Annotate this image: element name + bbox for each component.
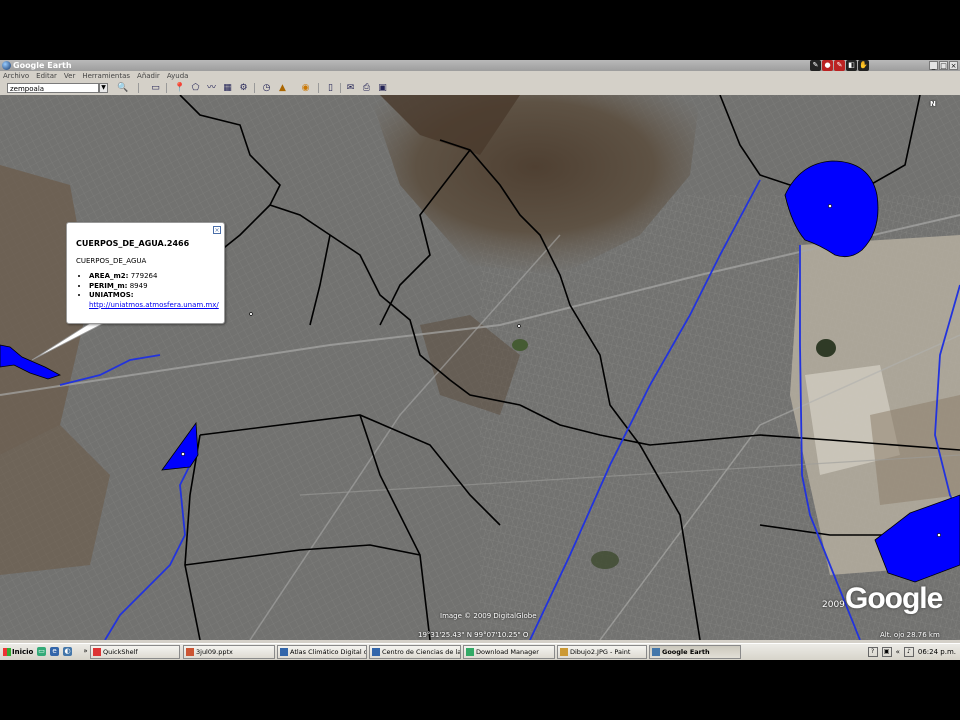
marker-icon[interactable]: ✎ xyxy=(834,60,845,71)
menu-editar[interactable]: Editar xyxy=(36,71,57,81)
feature-marker[interactable] xyxy=(828,204,832,208)
map-view[interactable]: × CUERPOS_DE_AGUA.2466 CUERPOS_DE_AGUA A… xyxy=(0,95,960,640)
attribute-perimeter: PERIM_m: 8949 xyxy=(89,282,229,292)
task-download-manager[interactable]: Download Manager xyxy=(463,645,555,659)
balloon-title: CUERPOS_DE_AGUA.2466 xyxy=(76,239,190,248)
network-icon[interactable]: ▣ xyxy=(881,647,892,657)
attribute-uniatmos: UNIATMOS:http://uniatmos.atmosfera.unam.… xyxy=(89,291,229,310)
toolbar-separator xyxy=(138,83,139,93)
chevron-down-icon[interactable]: ▼ xyxy=(99,83,108,93)
record-icon[interactable]: ● xyxy=(822,60,833,71)
historical-imagery-icon[interactable]: ◷ xyxy=(261,83,272,93)
expand-icon[interactable]: » xyxy=(81,647,90,656)
toolbar-separator xyxy=(254,83,255,93)
sunlight-icon[interactable]: ▲ xyxy=(277,83,288,93)
feature-marker[interactable] xyxy=(249,312,253,316)
system-tray: ? ▣ « ♪ 06:24 p.m. xyxy=(867,645,960,659)
toolbar-separator xyxy=(318,83,319,93)
title-bar: Google Earth ✎ ● ✎ ◧ ✋ _ □ × xyxy=(0,60,960,71)
taskbar: Inicio ▭ e ◐ » QuickShelf 3jul09.pptx At… xyxy=(0,643,960,660)
close-button[interactable]: × xyxy=(949,61,958,70)
task-pptx[interactable]: 3jul09.pptx xyxy=(183,645,275,659)
menu-archivo[interactable]: Archivo xyxy=(3,71,29,81)
menu-anadir[interactable]: Añadir xyxy=(137,71,160,81)
placemark-icon[interactable]: 📍 xyxy=(174,83,185,93)
toolbar: zempoala ▼ 🔍 ▭ 📍 ⬠ 〰 ▦ ⚙ ◷ ▲ ◉ ▯ ✉ ⎙ ▣ xyxy=(0,81,960,96)
balloon-subtitle: CUERPOS_DE_AGUA xyxy=(76,257,147,265)
eraser-icon[interactable]: ◧ xyxy=(846,60,857,71)
hand-icon[interactable]: ✋ xyxy=(858,60,869,71)
maximize-button[interactable]: □ xyxy=(939,61,948,70)
path-icon[interactable]: 〰 xyxy=(206,83,217,93)
window-title: Google Earth xyxy=(13,61,72,70)
cursor-coordinates: 19°31'25.43" N 99°07'10.25" O xyxy=(418,631,529,639)
sidebar-toggle-icon[interactable]: ▭ xyxy=(150,83,161,93)
planets-icon[interactable]: ◉ xyxy=(300,83,311,93)
desktop-icon[interactable]: ▭ xyxy=(37,647,46,656)
polygon-icon[interactable]: ⬠ xyxy=(190,83,201,93)
window-controls: _ □ × xyxy=(929,61,958,70)
help-icon[interactable]: ? xyxy=(867,647,878,657)
balloon-attributes: AREA_m2: 779264 PERIM_m: 8949 UNIATMOS:h… xyxy=(76,272,229,310)
pen-icon[interactable]: ✎ xyxy=(810,60,821,71)
task-centro[interactable]: Centro de Ciencias de la ... xyxy=(369,645,461,659)
tray-expand-icon[interactable]: « xyxy=(896,648,900,656)
info-balloon[interactable]: × CUERPOS_DE_AGUA.2466 CUERPOS_DE_AGUA A… xyxy=(66,222,225,324)
task-paint[interactable]: Dibujo2.JPG - Paint xyxy=(557,645,647,659)
search-icon[interactable]: 🔍 xyxy=(116,82,130,94)
task-atlas[interactable]: Atlas Climático Digital de ... xyxy=(277,645,367,659)
maps-icon[interactable]: ▣ xyxy=(377,83,388,93)
ruler-icon[interactable]: ▯ xyxy=(325,83,336,93)
print-icon[interactable]: ⎙ xyxy=(361,83,372,93)
eye-altitude: Alt. ojo 28.76 km xyxy=(880,631,940,639)
volume-icon[interactable]: ♪ xyxy=(903,647,914,657)
menu-bar: Archivo Editar Ver Herramientas Añadir A… xyxy=(0,71,960,81)
uniatmos-link[interactable]: http://uniatmos.atmosfera.unam.mx/ xyxy=(89,301,219,309)
logo-year: 2009 xyxy=(822,600,845,610)
feature-marker[interactable] xyxy=(517,324,521,328)
menu-herramientas[interactable]: Herramientas xyxy=(82,71,130,81)
google-logo: Google xyxy=(845,582,943,615)
screen: Google Earth ✎ ● ✎ ◧ ✋ _ □ × Archivo Edi… xyxy=(0,60,960,660)
task-google-earth[interactable]: Google Earth xyxy=(649,645,741,659)
feature-marker[interactable] xyxy=(937,533,941,537)
email-icon[interactable]: ✉ xyxy=(345,83,356,93)
compass-north[interactable]: N xyxy=(930,100,936,108)
attribute-area: AREA_m2: 779264 xyxy=(89,272,229,282)
minimize-button[interactable]: _ xyxy=(929,61,938,70)
title-bar-tools: ✎ ● ✎ ◧ ✋ xyxy=(810,60,869,71)
image-credit: Image © 2009 DigitalGlobe xyxy=(440,612,537,620)
toolbar-separator xyxy=(340,83,341,93)
browser-icon[interactable]: e xyxy=(50,647,59,656)
start-button[interactable]: Inicio xyxy=(1,645,33,659)
google-earth-icon xyxy=(2,61,11,70)
clock: 06:24 p.m. xyxy=(917,648,956,656)
menu-ver[interactable]: Ver xyxy=(64,71,75,81)
menu-ayuda[interactable]: Ayuda xyxy=(167,71,189,81)
toolbar-separator xyxy=(166,83,167,93)
satellite-imagery[interactable] xyxy=(0,95,960,640)
media-icon[interactable]: ◐ xyxy=(63,647,72,656)
feature-marker[interactable] xyxy=(181,452,185,456)
close-icon[interactable]: × xyxy=(213,226,221,234)
search-input[interactable]: zempoala xyxy=(7,83,99,93)
task-quickshelf[interactable]: QuickShelf xyxy=(90,645,180,659)
image-overlay-icon[interactable]: ▦ xyxy=(222,83,233,93)
tour-icon[interactable]: ⚙ xyxy=(238,83,249,93)
